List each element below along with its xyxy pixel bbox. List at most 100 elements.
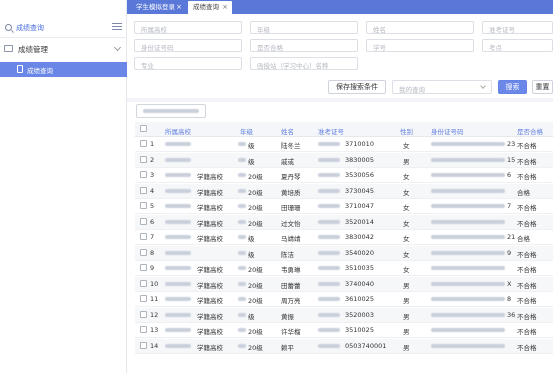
sidebar-item-score-query[interactable]: 成绩查询 [0, 62, 127, 77]
cell-exam-number: 3710010 [345, 140, 374, 148]
menu-toggle-icon[interactable] [112, 23, 122, 31]
cell-exam-number: 3540020 [345, 248, 374, 257]
cell-grade: 级 [248, 142, 255, 150]
cell-exam-number: 3510035 [345, 264, 374, 272]
cell-pass: 不合格 [517, 312, 537, 321]
cell-id-number: 7 [507, 202, 512, 210]
close-icon[interactable]: × [222, 1, 228, 14]
row-checkbox[interactable] [140, 217, 147, 225]
exam-site-placeholder: 考点 [489, 44, 502, 52]
pass-status-field[interactable]: 是否合格 [250, 39, 358, 52]
blurred-id-number [431, 142, 505, 146]
cell-grade: 20级 [248, 219, 263, 228]
cell-school: 学籍高校 [197, 312, 223, 321]
row-checkbox[interactable] [140, 264, 147, 271]
table-row[interactable]: 13 学籍高校 20级 许华榴 3510025 男 不合格 [135, 323, 553, 338]
tab-student-login[interactable]: 学生模拟登录 × [131, 1, 186, 14]
name-field[interactable]: 姓名 [366, 21, 474, 34]
col-grade[interactable]: 年级 [240, 126, 253, 136]
row-checkbox[interactable] [140, 202, 147, 209]
col-name[interactable]: 姓名 [281, 126, 294, 136]
study-center-field[interactable]: 函授站（学习中心）名称 [250, 57, 358, 70]
row-checkbox[interactable] [140, 326, 147, 333]
close-icon[interactable]: × [176, 1, 182, 14]
cell-name: 赖平 [281, 343, 294, 352]
table-row[interactable]: 14 学籍高校 20级 赖平 0503740001 男 不合格 [135, 338, 553, 354]
table-row[interactable]: 6 学籍高校 20级 过文怡 3520014 女 不合格 [135, 214, 553, 230]
blurred-id-number [431, 343, 505, 348]
blurred-exam-number [318, 281, 340, 286]
id-number-placeholder: 身份证号码 [141, 44, 174, 52]
row-number: 3 [150, 171, 155, 179]
cell-exam-number: 0503740001 [345, 341, 387, 350]
row-number: 13 [150, 326, 159, 334]
col-gender[interactable]: 性别 [400, 126, 413, 136]
sidebar-group-label: 成绩管理 [18, 45, 48, 54]
blurred-grade [238, 266, 246, 270]
blurred-exam-number [318, 204, 340, 208]
sidebar-group-score-management[interactable]: 成绩管理 [0, 40, 127, 58]
row-checkbox[interactable] [140, 186, 147, 194]
table-row[interactable]: 2 级 戚或 3830005 男 15 不合格 [135, 152, 553, 168]
row-checkbox[interactable] [140, 295, 147, 302]
row-checkbox[interactable] [140, 140, 147, 147]
cell-grade: 20级 [248, 266, 263, 274]
blurred-school-name [165, 297, 191, 301]
select-all-checkbox[interactable] [140, 125, 147, 132]
table-row[interactable]: 4 学籍高校 20级 黄培质 3730045 女 合格 [135, 183, 553, 199]
col-pass[interactable]: 是否合格 [517, 126, 543, 136]
row-checkbox[interactable] [140, 233, 147, 240]
blurred-grade [238, 281, 246, 286]
table-row[interactable]: 7 学籍高校 级 马靖靖 3830042 女 21 合格 [135, 230, 553, 245]
school-field[interactable]: 所属高校 [134, 21, 242, 34]
table-row[interactable]: 10 学籍高校 20级 田蕾蕾 3740040 男 X 不合格 [135, 276, 553, 292]
student-number-field[interactable]: 学号 [366, 39, 474, 52]
row-checkbox[interactable] [140, 310, 147, 318]
blurred-grade [238, 312, 246, 317]
cell-grade: 级 [248, 312, 255, 321]
grade-field[interactable]: 年级 [250, 21, 358, 34]
col-id-number[interactable]: 身份证号码 [431, 126, 464, 136]
table-row[interactable]: 8 级 陈洁 3540020 女 9 不合格 [135, 245, 553, 261]
cell-gender: 男 [403, 312, 410, 321]
blurred-action-button[interactable] [136, 104, 206, 118]
table-row[interactable]: 11 学籍高校 20级 周万亮 3610025 男 8 不合格 [135, 292, 553, 307]
row-checkbox[interactable] [140, 155, 147, 163]
col-school[interactable]: 所属高校 [165, 126, 191, 136]
cell-gender: 女 [403, 250, 410, 259]
sidebar-search[interactable]: 成绩查询 [0, 18, 127, 38]
cell-grade: 级 [248, 235, 255, 243]
col-exam-number[interactable]: 准考证号 [318, 126, 344, 136]
table-row[interactable]: 5 学籍高校 20级 田珊珊 3710047 女 7 不合格 [135, 199, 553, 214]
cell-gender: 男 [403, 343, 410, 352]
row-checkbox[interactable] [140, 171, 147, 178]
id-number-field[interactable]: 身份证号码 [134, 39, 242, 52]
cell-gender: 男 [403, 157, 410, 166]
cell-grade: 级 [248, 250, 255, 259]
row-checkbox[interactable] [140, 279, 147, 287]
table-row[interactable]: 3 学籍高校 20级 夏丹琴 3530056 女 6 不合格 [135, 168, 553, 183]
my-query-select[interactable]: 我的查询 [392, 80, 492, 94]
row-number: 8 [150, 248, 155, 257]
cell-pass: 不合格 [517, 266, 537, 274]
table-row[interactable]: 9 学籍高校 20级 韦勇琳 3510035 女 不合格 [135, 261, 553, 276]
blurred-school-name [165, 188, 191, 193]
reset-button[interactable]: 重置 [532, 80, 553, 94]
blurred-exam-number [318, 328, 340, 332]
row-number: 6 [150, 217, 155, 226]
search-button[interactable]: 搜索 [498, 80, 527, 94]
row-checkbox[interactable] [140, 341, 147, 349]
exam-number-field[interactable]: 准考证号 [482, 21, 553, 34]
cell-id-number: X [507, 279, 512, 288]
row-checkbox[interactable] [140, 248, 147, 256]
search-icon [5, 24, 12, 31]
major-placeholder: 专业 [141, 62, 154, 70]
table-row[interactable]: 1 级 陆冬兰 3710010 女 23 不合格 [135, 137, 553, 152]
major-field[interactable]: 专业 [134, 57, 242, 70]
pass-status-placeholder: 是否合格 [257, 44, 283, 52]
save-search-button[interactable]: 保存搜索条件 [328, 80, 386, 94]
table-row[interactable]: 12 学籍高校 级 黄振 3520003 男 36 不合格 [135, 307, 553, 323]
blurred-school-name [165, 343, 191, 348]
tab-score-query[interactable]: 成绩查询 × [188, 1, 232, 14]
exam-site-field[interactable]: 考点 [482, 39, 553, 52]
